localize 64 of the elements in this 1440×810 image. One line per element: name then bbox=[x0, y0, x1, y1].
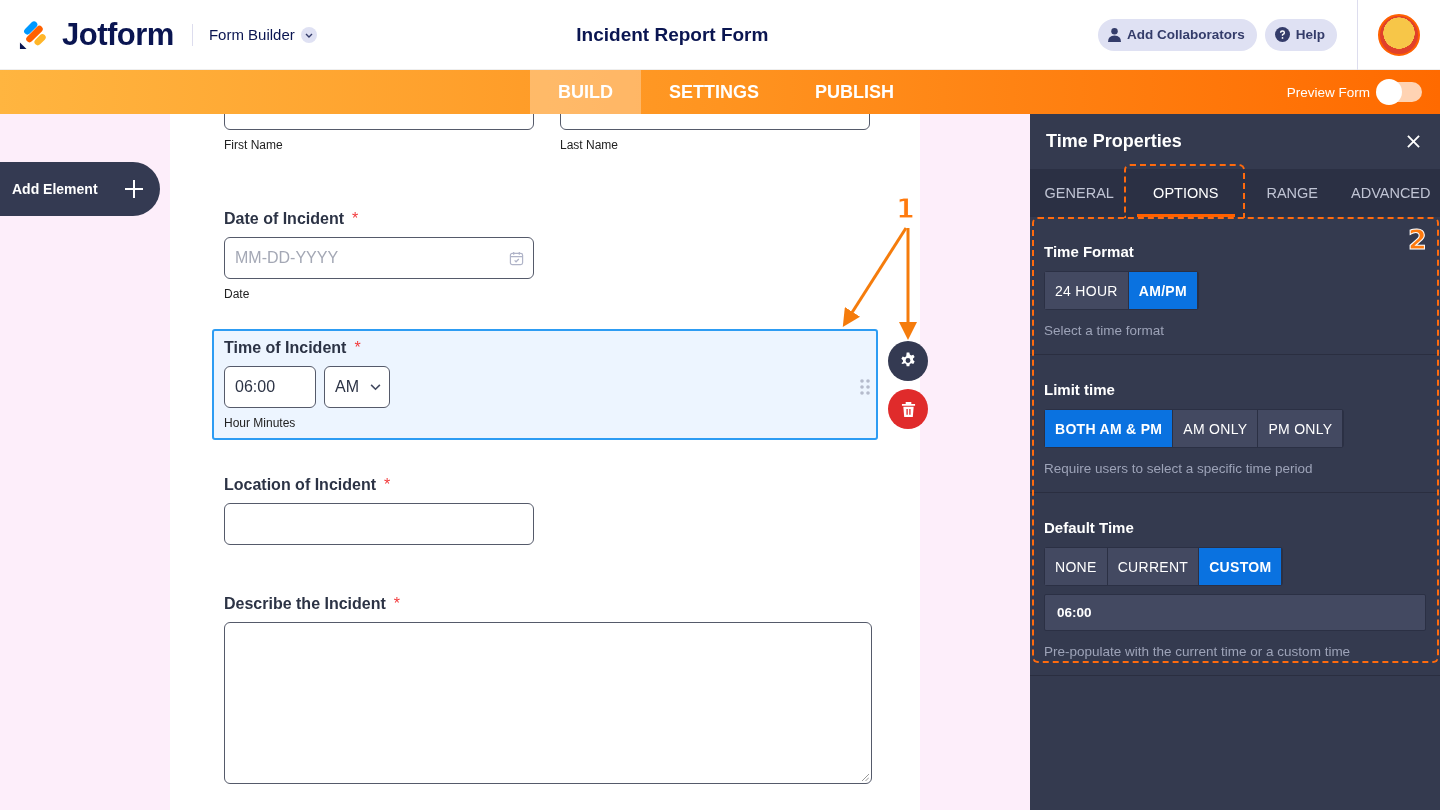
hint-text: Pre-populate with the current time or a custom time bbox=[1044, 644, 1351, 659]
option-button[interactable]: PM ONLY bbox=[1258, 410, 1344, 447]
required-mark: * bbox=[393, 595, 401, 613]
callout-number: 1 bbox=[896, 193, 915, 224]
preview-label: Preview Form bbox=[1286, 84, 1370, 100]
trash-icon bbox=[900, 400, 916, 418]
section-title: Default Time bbox=[1044, 519, 1134, 536]
option-button[interactable]: CURRENT bbox=[1107, 548, 1200, 585]
plus-icon bbox=[124, 179, 144, 199]
question[interactable]: First Name Last Name bbox=[212, 114, 878, 166]
sublabel: Hour Minutes bbox=[224, 416, 296, 430]
hint-text: Select a time format bbox=[1044, 323, 1165, 338]
panel-tab[interactable]: OPTIONS bbox=[1136, 169, 1235, 217]
required-mark: * bbox=[384, 476, 391, 494]
option-button[interactable]: AM/PM bbox=[1128, 272, 1198, 309]
option-button[interactable]: BOTH AM & PM bbox=[1045, 410, 1174, 447]
panel-title: Time Properties bbox=[1046, 131, 1182, 152]
text-input[interactable] bbox=[224, 503, 534, 545]
sublabel: Date bbox=[224, 287, 250, 301]
time-value-field[interactable]: 06:00 bbox=[1044, 594, 1426, 631]
close-icon[interactable] bbox=[1407, 135, 1420, 148]
required-mark: * bbox=[352, 210, 359, 228]
time-field[interactable]: 06:00 bbox=[224, 366, 316, 408]
option-button[interactable]: NONE bbox=[1045, 548, 1108, 585]
collaborators-button[interactable]: Add Collaborators bbox=[1097, 18, 1257, 51]
calendar-icon bbox=[509, 251, 524, 266]
chevron-icon bbox=[370, 383, 381, 391]
option-button[interactable]: CUSTOM bbox=[1199, 548, 1283, 585]
delete-button[interactable] bbox=[888, 389, 928, 429]
app-menu[interactable]: Form Builder bbox=[208, 26, 317, 43]
callout-number: 2 bbox=[1408, 224, 1427, 255]
resize-handle-icon[interactable] bbox=[861, 773, 869, 781]
help-button[interactable]: Help bbox=[1264, 18, 1337, 51]
question[interactable]: Describe the Incident * bbox=[212, 581, 878, 798]
chevron-icon bbox=[300, 26, 317, 43]
avatar[interactable] bbox=[1378, 13, 1420, 56]
help-icon bbox=[1274, 27, 1290, 42]
question-label: Date of Incident bbox=[224, 210, 344, 228]
hint-text: Require users to select a specific time period bbox=[1044, 461, 1313, 476]
question[interactable]: Location of Incident * bbox=[212, 462, 878, 559]
panel-tab[interactable]: GENERAL bbox=[1030, 169, 1129, 217]
option-button[interactable]: AM ONLY bbox=[1173, 410, 1259, 447]
brand-name: Jotform bbox=[62, 16, 174, 53]
sublabel: Last Name bbox=[560, 138, 620, 152]
section-title: Limit time bbox=[1044, 381, 1115, 398]
user-icon bbox=[1107, 27, 1121, 42]
question[interactable]: Date of Incident * MM-DD-YYYY Date bbox=[212, 196, 878, 315]
question-label: Location of Incident bbox=[224, 476, 376, 494]
sublabel: First Name bbox=[224, 138, 284, 152]
question-label: Describe the Incident bbox=[224, 595, 386, 613]
ampm-select[interactable]: AM bbox=[324, 366, 390, 408]
form-title: Incident Report Form bbox=[575, 23, 770, 46]
option-button[interactable]: 24 HOUR bbox=[1045, 272, 1129, 309]
panel-tab[interactable]: RANGE bbox=[1243, 169, 1342, 217]
section-title: Time Format bbox=[1044, 243, 1134, 260]
required-mark: * bbox=[354, 339, 361, 357]
drag-handle-icon[interactable] bbox=[860, 379, 870, 395]
add-element-button[interactable]: Add Element bbox=[0, 162, 160, 216]
settings-button[interactable] bbox=[888, 341, 928, 381]
panel-tab[interactable]: ADVANCED bbox=[1341, 169, 1440, 217]
logo-icon bbox=[19, 19, 49, 50]
date-field[interactable]: MM-DD-YYYY bbox=[224, 237, 534, 279]
question-label: Time of Incident bbox=[224, 339, 347, 357]
preview-toggle[interactable] bbox=[1378, 82, 1422, 102]
